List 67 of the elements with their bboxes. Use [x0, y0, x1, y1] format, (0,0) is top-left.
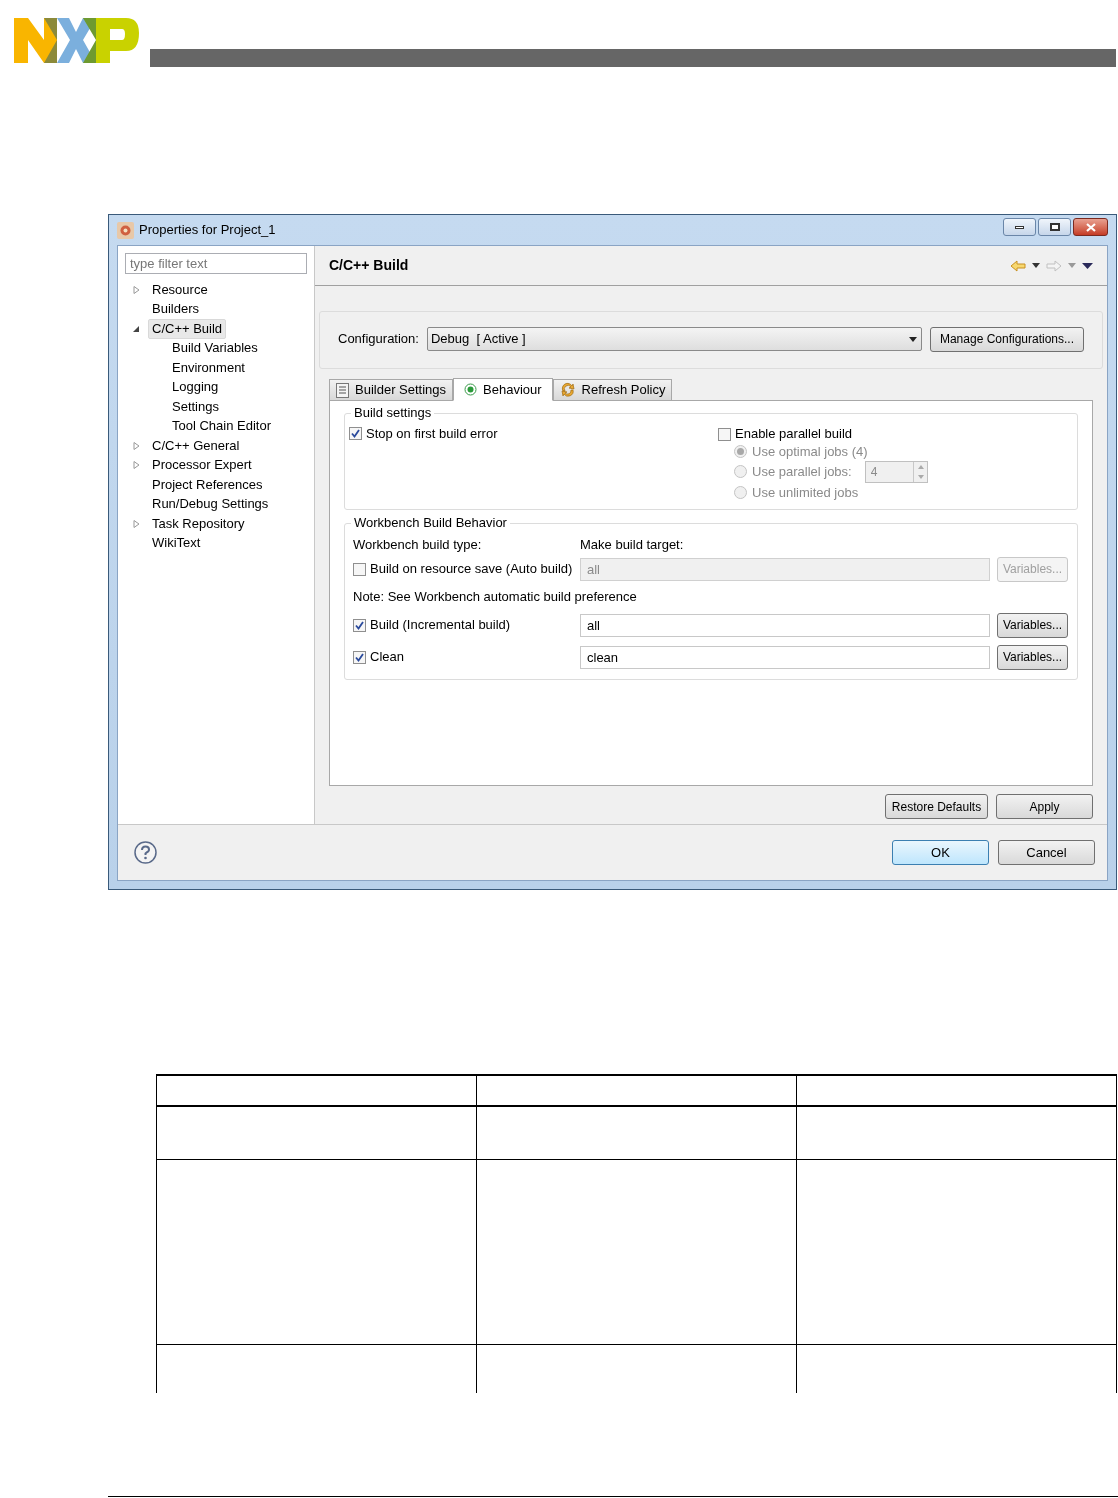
checkbox-label: Build (Incremental build)	[370, 616, 511, 635]
tree-item[interactable]: Builders	[148, 299, 203, 320]
radio-label: Use parallel jobs:	[752, 463, 852, 481]
collapsed-arrow-icon[interactable]	[132, 441, 140, 450]
project-icon	[117, 221, 134, 239]
expanded-arrow-icon[interactable]	[132, 324, 140, 333]
collapsed-arrow-icon[interactable]	[132, 461, 140, 470]
checkbox-label: Build on resource save (Auto build)	[370, 560, 573, 579]
dialog-button[interactable]: Cancel	[998, 840, 1095, 865]
tree-item[interactable]: Environment	[168, 357, 249, 378]
radio-label: Use unlimited jobs	[752, 483, 859, 502]
dialog-button[interactable]: OK	[892, 840, 989, 865]
checkbox[interactable]	[349, 427, 362, 440]
dialog-button[interactable]: Variables...	[997, 644, 1068, 670]
tree-item[interactable]: Resource	[148, 279, 212, 300]
filter-field[interactable]: type filter text	[125, 253, 307, 274]
dialog-button[interactable]: Variables...	[997, 612, 1068, 638]
tree-item[interactable]: Processor Expert	[148, 455, 256, 476]
collapsed-arrow-icon[interactable]	[132, 285, 140, 294]
radio-icon	[464, 383, 478, 396]
tree-item[interactable]: Logging	[168, 377, 223, 398]
minimize-button[interactable]	[1003, 218, 1036, 236]
page-title: C/C++ Build	[329, 256, 409, 275]
tree-item[interactable]: WikiText	[148, 533, 205, 554]
collapsed-arrow-icon[interactable]	[132, 519, 140, 528]
tree-item[interactable]: Build Variables	[168, 338, 262, 359]
radio-label: Use optimal jobs (4)	[752, 442, 868, 461]
maximize-button[interactable]	[1038, 218, 1071, 236]
tree-item[interactable]: C/C++ General	[148, 435, 244, 456]
tree-item[interactable]: Tool Chain Editor	[168, 416, 275, 437]
checkbox[interactable]	[718, 427, 731, 441]
configuration-dropdown[interactable]: Debug [ Active ]	[426, 327, 922, 351]
checkbox-label: Enable parallel build	[735, 425, 853, 444]
logo-icon	[14, 18, 139, 63]
close-button[interactable]	[1073, 218, 1108, 236]
tree-item[interactable]: Task Repository	[148, 513, 249, 534]
tab[interactable]: Builder Settings	[329, 379, 454, 400]
checkbox[interactable]	[353, 618, 366, 632]
tree-item[interactable]: Settings	[168, 396, 223, 417]
target-field[interactable]: clean	[580, 645, 990, 669]
tree-item[interactable]: Run/Debug Settings	[148, 494, 273, 515]
refresh-icon	[559, 382, 576, 398]
help-icon[interactable]	[134, 841, 157, 864]
tree-item[interactable]: Project References	[148, 474, 267, 495]
group-title: Build settings	[351, 405, 435, 421]
dialog-button[interactable]: Restore Defaults	[885, 794, 988, 819]
target-field[interactable]: all	[580, 613, 990, 637]
tree-item[interactable]: C/C++ Build	[148, 318, 227, 339]
dropdown-arrow-icon	[909, 336, 917, 342]
configuration-label: Configuration:	[338, 330, 419, 349]
checkbox-label: Stop on first build error	[366, 427, 498, 441]
tab[interactable]: Behaviour	[453, 378, 553, 401]
column-heading: Make build target:	[580, 536, 684, 555]
close-icon	[1085, 222, 1096, 232]
window-title: Properties for Project_1	[139, 221, 276, 240]
list-icon	[336, 382, 349, 398]
dialog-button[interactable]: Apply	[996, 794, 1093, 819]
checkbox[interactable]	[353, 562, 366, 576]
dialog-button[interactable]: Manage Configurations...	[930, 326, 1084, 352]
menu-arrow-icon[interactable]	[1082, 262, 1093, 269]
tab[interactable]: Refresh Policy	[552, 379, 673, 400]
checkbox-label: Clean	[370, 648, 404, 667]
dropdown-arrow-icon[interactable]	[1032, 263, 1040, 268]
column-heading: Workbench build type:	[353, 536, 483, 555]
checkbox[interactable]	[353, 650, 366, 664]
back-arrow-icon[interactable]	[1010, 259, 1026, 272]
note-text: Note: See Workbench automatic build preference	[353, 588, 637, 607]
